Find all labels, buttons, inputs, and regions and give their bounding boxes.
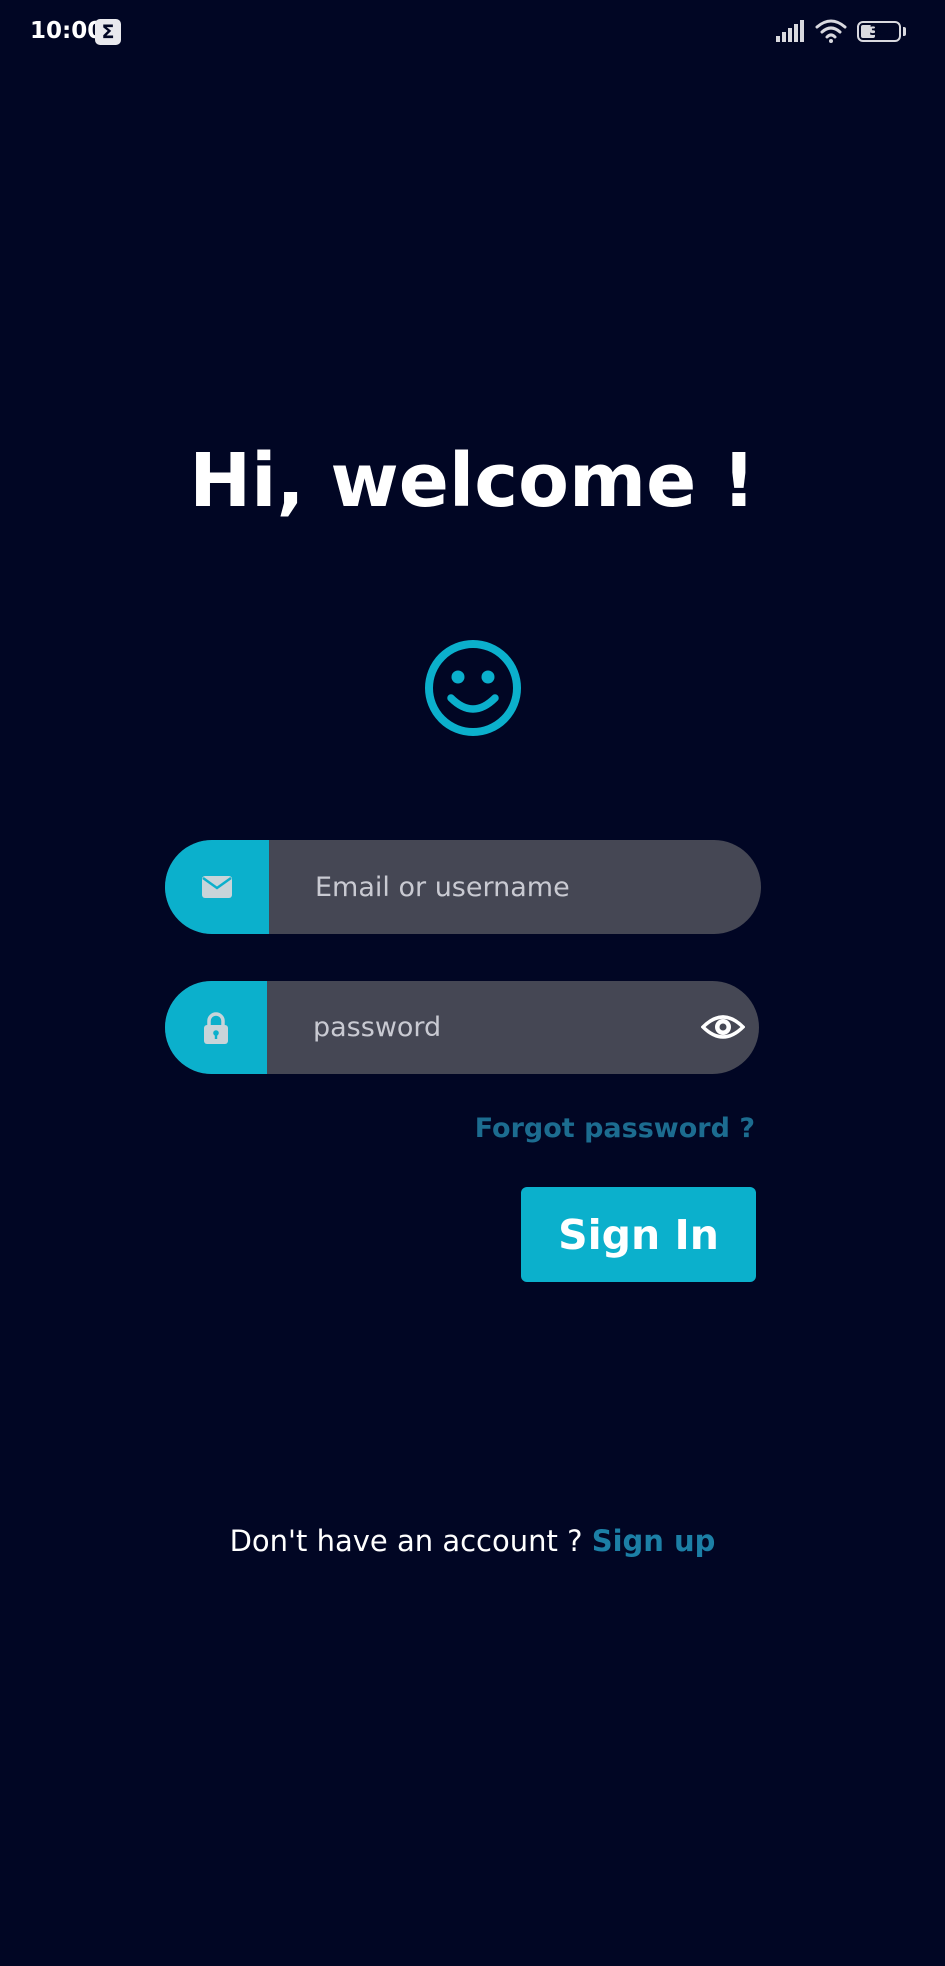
status-bar: 10:00 Σ 39 bbox=[0, 0, 945, 66]
signup-row: Don't have an account ? Sign up bbox=[0, 1524, 945, 1558]
page-title: Hi, welcome ! bbox=[189, 438, 756, 524]
password-input[interactable] bbox=[267, 981, 689, 1074]
password-icon-box bbox=[165, 981, 267, 1074]
notification-icon: Σ bbox=[95, 19, 121, 45]
sign-up-link[interactable]: Sign up bbox=[592, 1524, 716, 1558]
lock-icon bbox=[204, 1011, 228, 1044]
signal-icon bbox=[776, 20, 804, 42]
battery-icon: 39 bbox=[857, 21, 901, 42]
email-icon-box bbox=[165, 840, 269, 934]
email-field bbox=[165, 840, 761, 934]
signup-prompt: Don't have an account ? bbox=[229, 1524, 592, 1558]
battery-level: 39 bbox=[869, 23, 889, 39]
email-input[interactable] bbox=[269, 840, 761, 934]
login-screen: 10:00 Σ 39 Hi, welcome ! Email or userna… bbox=[0, 0, 945, 1966]
sign-in-button[interactable]: Sign In bbox=[521, 1187, 756, 1282]
envelope-icon bbox=[202, 876, 232, 898]
smiley-icon bbox=[425, 640, 521, 736]
forgot-password-link[interactable]: Forgot password ? bbox=[475, 1113, 755, 1144]
status-time: 10:00 bbox=[30, 18, 104, 44]
password-field bbox=[165, 981, 759, 1074]
eye-icon[interactable] bbox=[701, 1009, 745, 1045]
wifi-icon bbox=[815, 19, 847, 43]
battery-tip bbox=[903, 27, 906, 36]
